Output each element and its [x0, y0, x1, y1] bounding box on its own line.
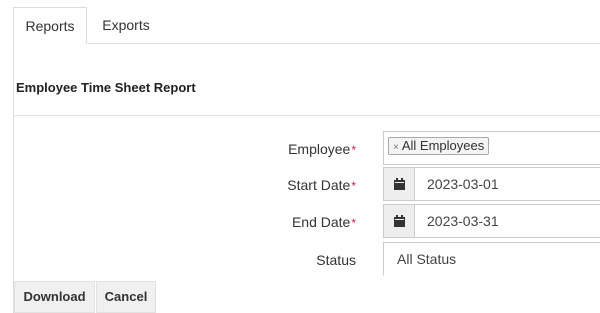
- panel-divider: [13, 115, 600, 116]
- calendar-icon[interactable]: [384, 168, 415, 200]
- status-value: All Status: [397, 251, 457, 267]
- end-date-value: 2023-03-31: [427, 213, 499, 229]
- status-label-text: Status: [316, 252, 356, 268]
- employee-tag-label: All Employees: [401, 138, 485, 153]
- status-label: Status: [316, 252, 356, 268]
- employee-select[interactable]: × All Employees: [383, 131, 600, 165]
- start-date-value: 2023-03-01: [427, 176, 499, 192]
- tag-remove-icon[interactable]: ×: [393, 142, 399, 153]
- tab-reports[interactable]: Reports: [13, 7, 87, 44]
- page-title: Employee Time Sheet Report: [16, 80, 196, 95]
- required-marker: *: [351, 216, 356, 230]
- panel-border: [13, 44, 14, 313]
- tab-bar: Reports Exports: [0, 0, 600, 44]
- end-date-field[interactable]: 2023-03-31: [383, 204, 600, 238]
- end-date-label-text: End Date: [291, 214, 351, 230]
- start-date-field[interactable]: 2023-03-01: [383, 167, 600, 201]
- tab-divider: [86, 43, 600, 44]
- cancel-button[interactable]: Cancel: [96, 281, 156, 313]
- employee-label: Employee*: [288, 141, 356, 157]
- status-select[interactable]: All Status: [383, 242, 600, 276]
- required-marker: *: [351, 143, 356, 157]
- start-date-label: Start Date*: [287, 177, 356, 193]
- calendar-icon[interactable]: [384, 205, 415, 237]
- start-date-label-text: Start Date: [287, 177, 351, 193]
- end-date-label: End Date*: [292, 214, 356, 230]
- required-marker: *: [351, 179, 356, 193]
- tab-exports[interactable]: Exports: [89, 7, 163, 44]
- download-button[interactable]: Download: [14, 281, 95, 313]
- employee-tag: × All Employees: [388, 137, 490, 155]
- employee-label-text: Employee: [288, 141, 351, 157]
